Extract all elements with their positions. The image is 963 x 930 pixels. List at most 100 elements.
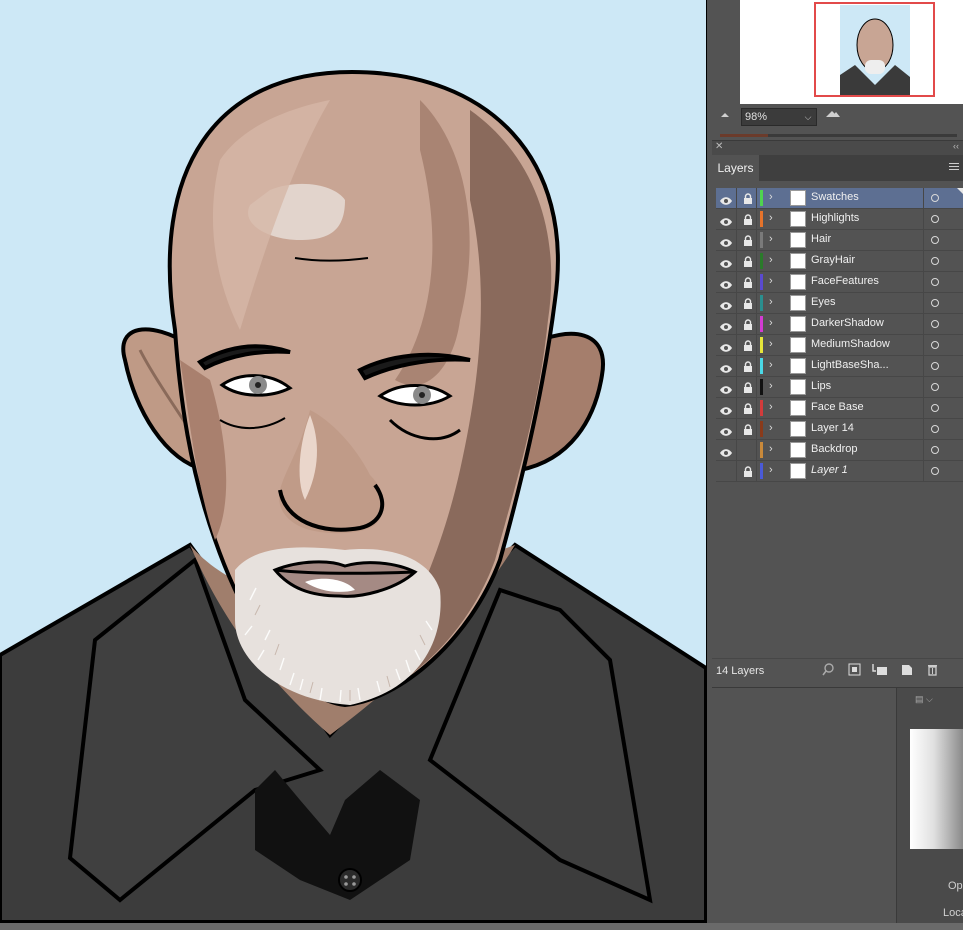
target-circle-icon[interactable] <box>931 215 939 223</box>
chevron-right-icon[interactable]: › <box>769 233 773 245</box>
layer-row[interactable]: › Layer 14 <box>716 419 963 440</box>
eye-icon[interactable] <box>720 424 732 436</box>
zoom-out-icon[interactable] <box>721 113 729 117</box>
chevron-right-icon[interactable]: › <box>769 401 773 413</box>
new-layer-icon[interactable] <box>900 663 913 676</box>
lock-icon[interactable] <box>743 234 753 246</box>
eye-icon[interactable] <box>720 319 732 331</box>
lock-icon[interactable] <box>743 339 753 351</box>
layer-row[interactable]: › LightBaseSha... <box>716 356 963 377</box>
eye-icon[interactable] <box>720 466 732 476</box>
chevron-right-icon[interactable]: › <box>769 338 773 350</box>
chevron-right-icon[interactable]: › <box>769 191 773 203</box>
eye-icon[interactable] <box>720 340 732 352</box>
layer-name[interactable]: Face Base <box>811 401 864 413</box>
chevron-right-icon[interactable]: › <box>769 380 773 392</box>
collapse-icon[interactable]: ‹‹ <box>953 141 959 151</box>
gradient-swatch[interactable] <box>910 729 963 849</box>
chevron-right-icon[interactable]: › <box>769 422 773 434</box>
eye-icon[interactable] <box>720 256 732 268</box>
target-circle-icon[interactable] <box>931 425 939 433</box>
layer-name[interactable]: Layer 1 <box>811 464 848 476</box>
layer-row[interactable]: › DarkerShadow <box>716 314 963 335</box>
chevron-right-icon[interactable]: › <box>769 296 773 308</box>
layer-row[interactable]: › MediumShadow <box>716 335 963 356</box>
layer-name[interactable]: DarkerShadow <box>811 317 884 329</box>
target-circle-icon[interactable] <box>931 446 939 454</box>
eye-icon[interactable] <box>720 193 732 205</box>
horizontal-scrollbar[interactable] <box>0 923 963 930</box>
chevron-right-icon[interactable]: › <box>769 275 773 287</box>
new-sublayer-icon[interactable] <box>872 663 888 676</box>
layer-name[interactable]: Swatches <box>811 191 859 203</box>
layer-name[interactable]: Lips <box>811 380 831 392</box>
layer-row[interactable]: › GrayHair <box>716 251 963 272</box>
layer-row[interactable]: › FaceFeatures <box>716 272 963 293</box>
layer-row[interactable]: › Layer 1 <box>716 461 963 482</box>
chevron-right-icon[interactable]: › <box>769 464 773 476</box>
lock-icon[interactable] <box>743 192 753 204</box>
layer-name[interactable]: Layer 14 <box>811 422 854 434</box>
layer-row[interactable]: › Face Base <box>716 398 963 419</box>
chevron-down-icon[interactable]: ⌵ <box>800 109 816 125</box>
layer-row[interactable]: › Swatches <box>716 188 963 209</box>
target-circle-icon[interactable] <box>931 404 939 412</box>
eye-icon[interactable] <box>720 214 732 226</box>
chevron-right-icon[interactable]: › <box>769 317 773 329</box>
lock-icon[interactable] <box>743 423 753 435</box>
layer-row[interactable]: › Backdrop <box>716 440 963 461</box>
lock-icon[interactable] <box>743 318 753 330</box>
tab-layers[interactable]: Layers <box>712 155 759 181</box>
target-circle-icon[interactable] <box>931 194 939 202</box>
target-circle-icon[interactable] <box>931 320 939 328</box>
target-circle-icon[interactable] <box>931 278 939 286</box>
layer-name[interactable]: MediumShadow <box>811 338 890 350</box>
trash-icon[interactable] <box>926 663 939 676</box>
clipping-mask-icon[interactable] <box>848 663 861 676</box>
target-circle-icon[interactable] <box>931 362 939 370</box>
eye-icon[interactable] <box>720 361 732 373</box>
lock-icon[interactable] <box>743 213 753 225</box>
lock-icon[interactable] <box>743 297 753 309</box>
lock-icon[interactable] <box>743 465 753 477</box>
locate-object-icon[interactable] <box>822 663 835 676</box>
target-circle-icon[interactable] <box>931 467 939 475</box>
eye-icon[interactable] <box>720 277 732 289</box>
eye-icon[interactable] <box>720 403 732 415</box>
panel-menu-icon[interactable] <box>949 163 959 173</box>
layer-row[interactable]: › Highlights <box>716 209 963 230</box>
navigator-view-box[interactable] <box>814 2 935 97</box>
artboard[interactable] <box>0 0 707 923</box>
eye-icon[interactable] <box>720 235 732 247</box>
layer-name[interactable]: Backdrop <box>811 443 857 455</box>
layer-row[interactable]: › Eyes <box>716 293 963 314</box>
lock-icon[interactable] <box>743 360 753 372</box>
eye-icon[interactable] <box>720 445 732 457</box>
target-circle-icon[interactable] <box>931 341 939 349</box>
eye-icon[interactable] <box>720 298 732 310</box>
chevron-right-icon[interactable]: › <box>769 254 773 266</box>
close-icon[interactable]: ✕ <box>715 141 723 152</box>
chevron-right-icon[interactable]: › <box>769 359 773 371</box>
chevron-right-icon[interactable]: › <box>769 443 773 455</box>
chevron-right-icon[interactable]: › <box>769 212 773 224</box>
document-canvas[interactable] <box>0 0 708 930</box>
layer-name[interactable]: LightBaseSha... <box>811 359 889 371</box>
lock-icon[interactable] <box>743 444 753 456</box>
layer-name[interactable]: Hair <box>811 233 831 245</box>
layer-row[interactable]: › Lips <box>716 377 963 398</box>
layer-name[interactable]: Eyes <box>811 296 835 308</box>
layer-name[interactable]: FaceFeatures <box>811 275 879 287</box>
target-circle-icon[interactable] <box>931 383 939 391</box>
lock-icon[interactable] <box>743 381 753 393</box>
eye-icon[interactable] <box>720 382 732 394</box>
layer-row[interactable]: › Hair <box>716 230 963 251</box>
target-circle-icon[interactable] <box>931 236 939 244</box>
layer-name[interactable]: GrayHair <box>811 254 855 266</box>
lock-icon[interactable] <box>743 276 753 288</box>
panel-options-icon[interactable]: ▤ ⌵ <box>915 694 933 705</box>
target-circle-icon[interactable] <box>931 257 939 265</box>
target-circle-icon[interactable] <box>931 299 939 307</box>
layer-name[interactable]: Highlights <box>811 212 859 224</box>
lock-icon[interactable] <box>743 255 753 267</box>
